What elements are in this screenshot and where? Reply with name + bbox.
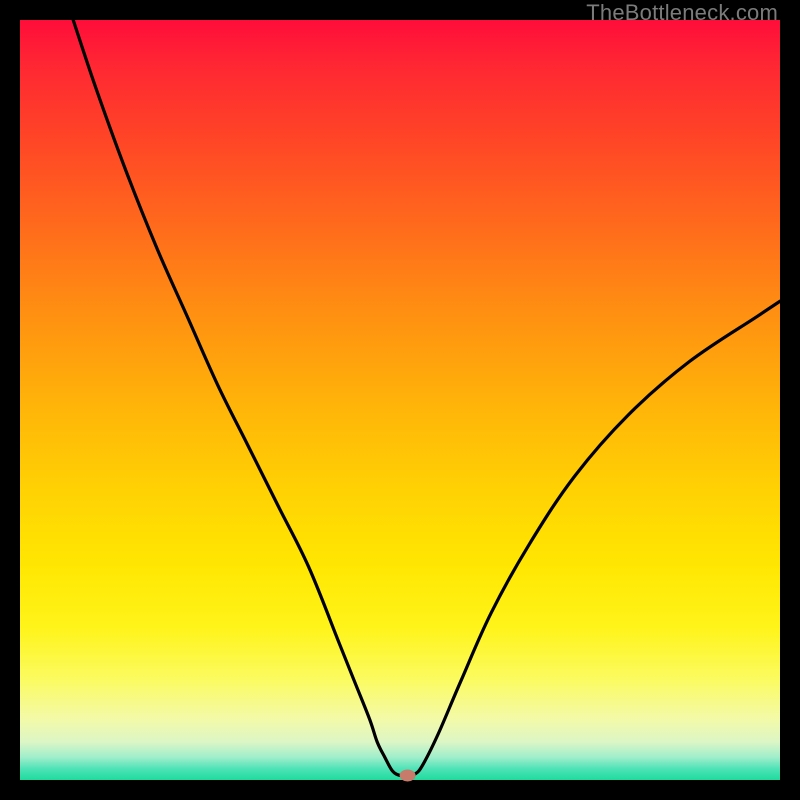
watermark-text: TheBottleneck.com [586,0,778,26]
plot-area [20,20,780,780]
minimum-marker [400,769,416,781]
bottleneck-curve [73,20,780,776]
curve-layer [20,20,780,780]
chart-frame: TheBottleneck.com [0,0,800,800]
